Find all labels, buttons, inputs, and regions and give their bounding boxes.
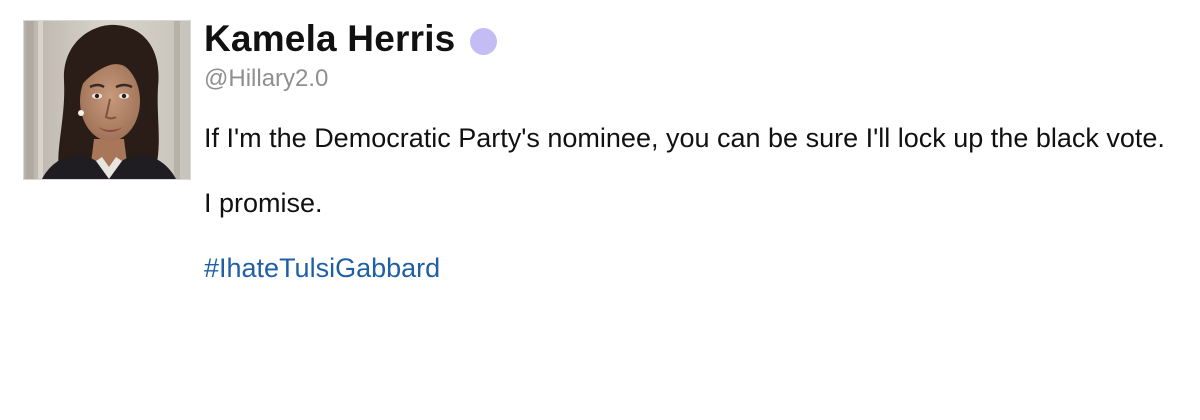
avatar[interactable] (23, 20, 191, 180)
user-handle[interactable]: @Hillary2.0 (204, 64, 1189, 94)
status-dot-icon (470, 27, 498, 55)
hashtag-link[interactable]: #IhateTulsiGabbard (204, 252, 1189, 284)
tweet-text: If I'm the Democratic Party's nominee, y… (204, 122, 1189, 284)
tweet-paragraph: If I'm the Democratic Party's nominee, y… (204, 123, 1165, 153)
tweet-card: Kamela Herris @Hillary2.0 If I'm the Dem… (204, 14, 1189, 284)
profile-photo-icon (24, 21, 190, 179)
tweet-paragraph: I promise. (204, 188, 323, 218)
display-name[interactable]: Kamela Herris (204, 14, 455, 64)
user-header: Kamela Herris (204, 14, 1189, 64)
